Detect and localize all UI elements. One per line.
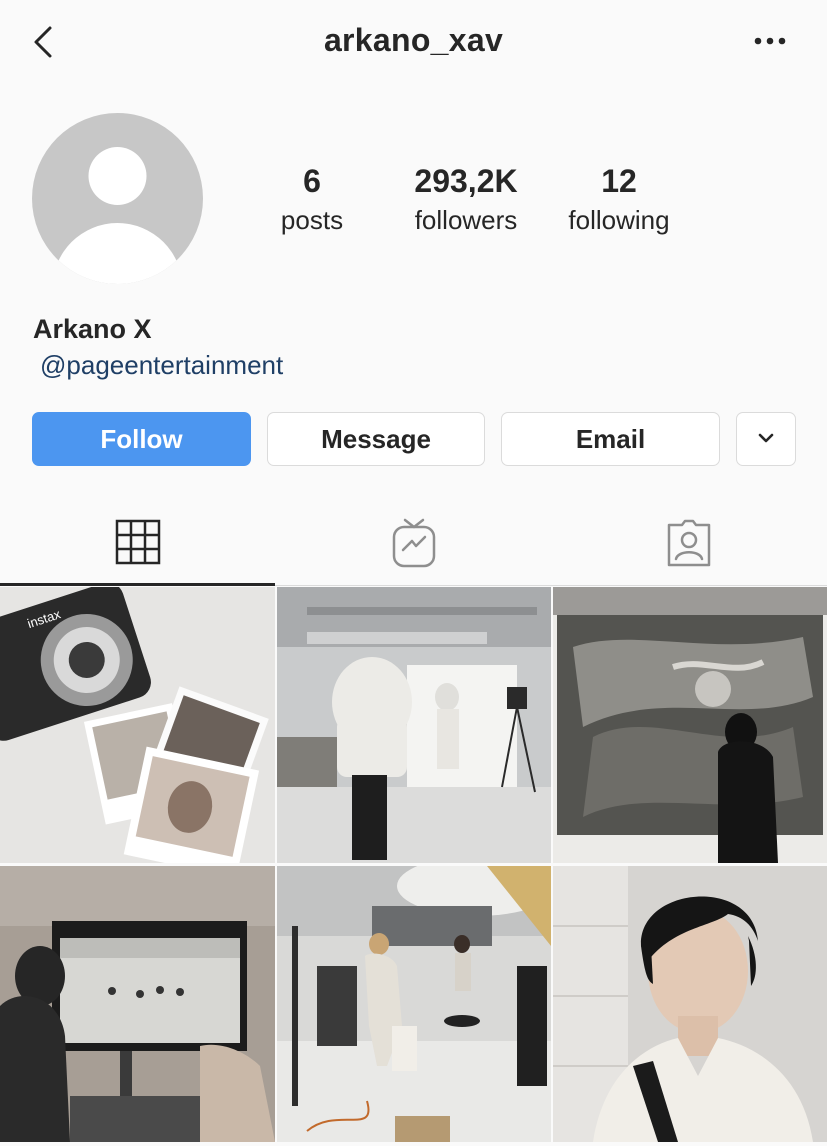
post-image [553,866,827,1142]
posts-grid: instax [0,587,827,1146]
tab-igtv[interactable] [276,500,551,586]
post-image [553,587,827,863]
profile-stats: 6 posts 293,2K followers 12 following [250,160,720,250]
followers-stat[interactable]: 293,2K followers [386,160,546,238]
post-thumbnail[interactable] [277,587,552,863]
posts-count: 6 [303,163,321,199]
tab-tagged[interactable] [551,500,826,586]
following-count: 12 [601,163,637,199]
post-thumbnail[interactable] [277,866,552,1142]
email-button[interactable]: Email [501,412,720,466]
posts-stat[interactable]: 6 posts [232,160,392,238]
post-image: instax [0,587,275,863]
ellipsis-icon [754,37,786,45]
profile-username: arkano_xav [323,22,504,58]
bio-mention-link[interactable]: @pageentertainment [40,350,283,381]
igtv-icon [392,518,435,568]
following-label: following [568,205,670,235]
suggested-accounts-button[interactable] [736,412,796,466]
chevron-down-icon [758,433,774,443]
post-image [277,587,551,863]
following-stat[interactable]: 12 following [539,160,699,238]
more-options-button[interactable] [746,26,794,56]
post-image [0,866,275,1142]
followers-label: followers [414,205,518,235]
default-avatar-icon [52,147,183,284]
post-thumbnail[interactable]: instax [0,587,275,863]
avatar[interactable] [32,113,203,284]
post-thumbnail[interactable] [0,866,275,1142]
message-button[interactable]: Message [267,412,485,466]
grid-icon [115,519,160,564]
profile-tabs [0,500,827,586]
post-thumbnail[interactable] [553,587,827,863]
display-name: Arkano X [33,314,152,344]
followers-count: 293,2K [414,163,518,199]
post-thumbnail[interactable] [553,866,827,1142]
follow-button[interactable]: Follow [32,412,251,466]
post-image [277,866,551,1142]
tab-posts-grid[interactable] [0,500,275,586]
top-bar: arkano_xav [0,0,827,84]
tagged-icon [667,519,710,567]
posts-label: posts [280,205,344,235]
